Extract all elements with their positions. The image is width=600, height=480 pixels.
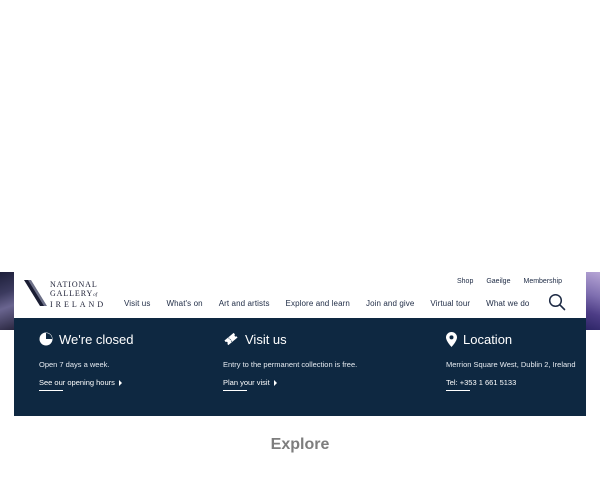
- explore-heading: Explore: [270, 436, 330, 453]
- link-underline: [39, 390, 63, 391]
- nav-item-what-we-do[interactable]: What we do: [486, 299, 529, 308]
- opening-status-title: We're closed: [59, 331, 134, 347]
- util-nav-shop[interactable]: Shop: [457, 278, 473, 285]
- gallery-logo[interactable]: NATIONAL GALLERYof IRELAND: [24, 280, 114, 310]
- address-text: Merrion Square West, Dublin 2, Ireland: [446, 360, 576, 369]
- logo-line-gallery: GALLERYof: [50, 289, 98, 298]
- opening-hours-link-label: See our opening hours: [39, 378, 115, 387]
- phone-link-label: Tel: +353 1 661 5133: [446, 378, 517, 387]
- util-nav-membership[interactable]: Membership: [523, 278, 562, 285]
- visit-heading: Visit us: [223, 330, 423, 348]
- entry-free-text: Entry to the permanent collection is fre…: [223, 360, 358, 369]
- nav-item-visit-us[interactable]: Visit us: [124, 299, 150, 308]
- nav-item-explore-and-learn[interactable]: Explore and learn: [286, 299, 350, 308]
- logo-line-ireland: IRELAND: [50, 300, 107, 309]
- chevron-right-icon: [118, 379, 122, 386]
- visit-title: Visit us: [245, 331, 287, 347]
- search-icon: [548, 293, 566, 311]
- site-header: NATIONAL GALLERYof IRELAND Shop Gaeilge …: [14, 272, 586, 318]
- plan-visit-link[interactable]: Plan your visit: [223, 378, 277, 391]
- painting-strip-left: [0, 272, 14, 330]
- logo-of: of: [93, 293, 98, 298]
- main-nav: Visit us What's on Art and artists Explo…: [124, 299, 529, 308]
- map-pin-icon: [446, 331, 457, 347]
- utility-nav: Shop Gaeilge Membership: [457, 278, 562, 285]
- logo-mark-icon: [24, 280, 47, 306]
- search-button[interactable]: [548, 293, 566, 311]
- clock-icon: [39, 332, 53, 346]
- location-title: Location: [463, 331, 513, 347]
- info-panel: We're closed Open 7 days a week. See our…: [14, 318, 586, 416]
- plan-visit-link-label: Plan your visit: [223, 378, 270, 387]
- opening-hours-link[interactable]: See our opening hours: [39, 378, 122, 391]
- hero-image-area: [0, 0, 600, 272]
- visit-column: Visit us Entry to the permanent collecti…: [223, 330, 423, 391]
- util-nav-gaeilge[interactable]: Gaeilge: [486, 278, 510, 285]
- nav-item-virtual-tour[interactable]: Virtual tour: [430, 299, 470, 308]
- link-underline: [446, 390, 470, 391]
- chevron-right-icon: [273, 379, 277, 386]
- nav-item-join-and-give[interactable]: Join and give: [366, 299, 414, 308]
- painting-strip-right: [586, 272, 600, 330]
- opening-status-column: We're closed Open 7 days a week. See our…: [39, 330, 209, 391]
- nav-item-whats-on[interactable]: What's on: [166, 299, 202, 308]
- logo-line-national: NATIONAL: [50, 280, 98, 289]
- logo-wordmark: NATIONAL GALLERYof IRELAND: [50, 280, 106, 309]
- opening-days-text: Open 7 days a week.: [39, 360, 110, 369]
- location-heading: Location: [446, 330, 576, 348]
- opening-status-heading: We're closed: [39, 330, 209, 348]
- ticket-icon: [224, 332, 238, 346]
- nav-item-art-and-artists[interactable]: Art and artists: [219, 299, 270, 308]
- location-column: Location Merrion Square West, Dublin 2, …: [446, 330, 576, 391]
- link-underline: [223, 390, 247, 391]
- phone-link[interactable]: Tel: +353 1 661 5133: [446, 378, 517, 391]
